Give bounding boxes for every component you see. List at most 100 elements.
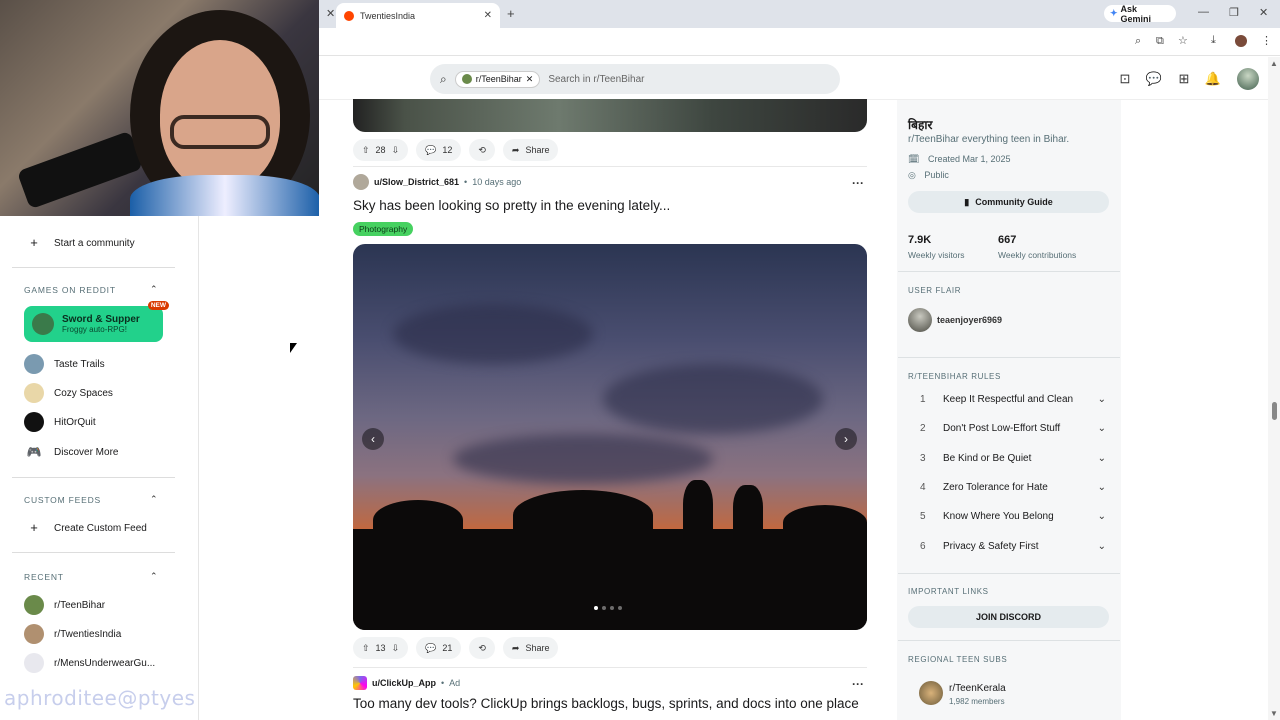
custom-feeds-header[interactable]: CUSTOM FEEDS ⌃ [24,494,158,505]
important-links-header: IMPORTANT LINKS [908,587,989,596]
crosspost-button[interactable]: ⟲ [469,139,495,161]
join-discord-button[interactable]: JOIN DISCORD [908,606,1109,628]
game-cozy-spaces[interactable]: Cozy Spaces [24,383,113,403]
book-icon: ▮ [964,196,970,207]
profile-avatar-icon[interactable] [1235,35,1247,47]
search-bar[interactable]: ⌕ r/TeenBihar ✕ Search in r/TeenBihar [430,64,840,94]
post-title[interactable]: Too many dev tools? ClickUp brings backl… [353,696,859,711]
rule-number: 2 [920,422,926,434]
advertise-icon[interactable]: ⊡ [1116,70,1134,88]
chevron-down-icon[interactable]: ⌄ [1098,541,1106,552]
chip-remove-icon[interactable]: ✕ [526,74,534,85]
post-title[interactable]: Sky has been looking so pretty in the ev… [353,198,670,213]
chevron-up-icon[interactable]: ⌃ [150,284,158,295]
teenkerala-icon[interactable] [919,681,943,705]
upvote-icon[interactable]: ⇧ [362,145,370,156]
game-taste-trails[interactable]: Taste Trails [24,354,105,374]
recent-item[interactable]: r/TwentiesIndia [24,624,121,644]
chevron-up-icon[interactable]: ⌃ [150,571,158,582]
plus-icon: + [30,520,38,535]
tab-title: TwentiesIndia [360,10,416,21]
comments-button[interactable]: 💬 21 [416,637,462,659]
download-icon[interactable]: ⤓ [1211,34,1216,47]
post-image-partial[interactable] [353,99,867,132]
downvote-icon[interactable]: ⇩ [392,145,400,156]
user-avatar[interactable] [1237,68,1259,90]
crosspost-button[interactable]: ⟲ [469,637,495,659]
close-window-icon[interactable]: ✕ [1259,6,1268,19]
rule-item[interactable]: 4 Zero Tolerance for Hate ⌄ [920,477,1106,497]
recent-header[interactable]: RECENT ⌃ [24,571,158,582]
post-overflow-menu-icon[interactable]: ··· [852,176,864,190]
rule-item[interactable]: 5 Know Where You Belong ⌄ [920,506,1106,526]
user-avatar-icon[interactable] [353,174,369,190]
community-guide-button[interactable]: ▮ Community Guide [908,191,1109,213]
rule-item[interactable]: 6 Privacy & Safety First ⌄ [920,536,1106,556]
post-image-sunset[interactable] [353,244,867,630]
tab-close-icon[interactable]: ✕ [484,10,492,21]
carousel-next-icon[interactable]: › [835,428,857,450]
comments-button[interactable]: 💬 12 [416,139,462,161]
globe-icon: ◎ [908,170,916,180]
rule-item[interactable]: 1 Keep It Respectful and Clean ⌄ [920,389,1106,409]
bookmark-star-icon[interactable]: ☆ [1178,34,1188,47]
rules-header: R/TEENBIHAR RULES [908,372,1001,381]
close-tab-icon[interactable]: ✕ [326,7,335,20]
rule-text: Know Where You Belong [943,510,1054,522]
start-community-item[interactable]: + Start a community [24,233,134,253]
chevron-down-icon[interactable]: ⌄ [1098,423,1106,434]
zoom-icon[interactable]: ⌕ [1135,35,1141,48]
post-overflow-menu-icon[interactable]: ··· [852,677,864,691]
divider [12,552,175,553]
plus-icon: + [30,235,38,250]
carousel-prev-icon[interactable]: ‹ [362,428,384,450]
recent-item[interactable]: r/TeenBihar [24,595,105,615]
share-button[interactable]: ➦ Share [502,139,559,161]
page-scrollbar[interactable] [1268,57,1280,720]
chevron-down-icon[interactable]: ⌄ [1098,482,1106,493]
rule-item[interactable]: 3 Be Kind or Be Quiet ⌄ [920,448,1106,468]
person-shirt [130,175,319,216]
minimize-icon[interactable]: — [1198,6,1209,18]
downvote-icon[interactable]: ⇩ [392,643,400,654]
custom-feeds-label: CUSTOM FEEDS [24,495,101,505]
game-hitorquit[interactable]: HitOrQuit [24,412,96,432]
recent-label: r/TeenBihar [54,599,106,611]
new-tab-icon[interactable]: + [507,6,515,21]
upvote-icon[interactable]: ⇧ [362,643,370,654]
chevron-down-icon[interactable]: ⌄ [1098,511,1106,522]
share-icon: ➦ [511,642,520,653]
notifications-bell-icon[interactable]: 🔔 [1204,70,1222,88]
ask-gemini-button[interactable]: ✦ Ask Gemini [1104,4,1176,24]
chevron-down-icon[interactable]: ⌄ [1098,394,1106,405]
create-post-icon[interactable]: ⊞ [1175,70,1193,88]
user-flair[interactable]: teaenjoyer6969 [937,315,1002,325]
rule-item[interactable]: 2 Don't Post Low-Effort Stuff ⌄ [920,418,1106,438]
chat-icon[interactable]: 💬 [1145,70,1163,88]
scrollbar-thumb[interactable] [1272,402,1277,420]
share-button[interactable]: ➦ Share [502,637,559,659]
search-community-chip[interactable]: r/TeenBihar ✕ [454,70,541,88]
game-title: Sword & Supper [62,314,140,325]
chevron-down-icon[interactable]: ⌄ [1098,453,1106,464]
post-author[interactable]: u/Slow_District_681 [374,177,459,187]
game-sword-supper[interactable]: Sword & Supper Froggy auto-RPG! NEW [24,301,169,342]
install-app-icon[interactable]: ⧉ [1156,35,1164,48]
browser-tab[interactable]: TwentiesIndia ✕ [336,3,500,28]
games-section-header[interactable]: GAMES ON REDDIT ⌃ [24,284,158,295]
restore-icon[interactable]: ❐ [1229,6,1239,19]
discover-more-item[interactable]: 🎮 Discover More [24,442,119,462]
recent-label: r/MensUnderwearGu... [54,657,156,669]
clickup-logo-icon[interactable] [353,676,367,690]
create-custom-feed-item[interactable]: + Create Custom Feed [24,518,147,538]
post-flair[interactable]: Photography [353,222,414,236]
browser-menu-icon[interactable]: ⋮ [1261,34,1272,47]
recent-item[interactable]: r/MensUnderwearGu... [24,653,155,673]
scroll-up-icon[interactable]: ▲ [1270,59,1278,68]
scroll-down-icon[interactable]: ▼ [1270,709,1278,718]
created-row: 🗓 Created Mar 1, 2025 [908,154,1011,165]
chevron-up-icon[interactable]: ⌃ [150,494,158,505]
search-input[interactable]: Search in r/TeenBihar [548,74,644,85]
post-author[interactable]: u/ClickUp_App [372,678,436,688]
regional-sub-name[interactable]: r/TeenKerala [949,683,1006,694]
